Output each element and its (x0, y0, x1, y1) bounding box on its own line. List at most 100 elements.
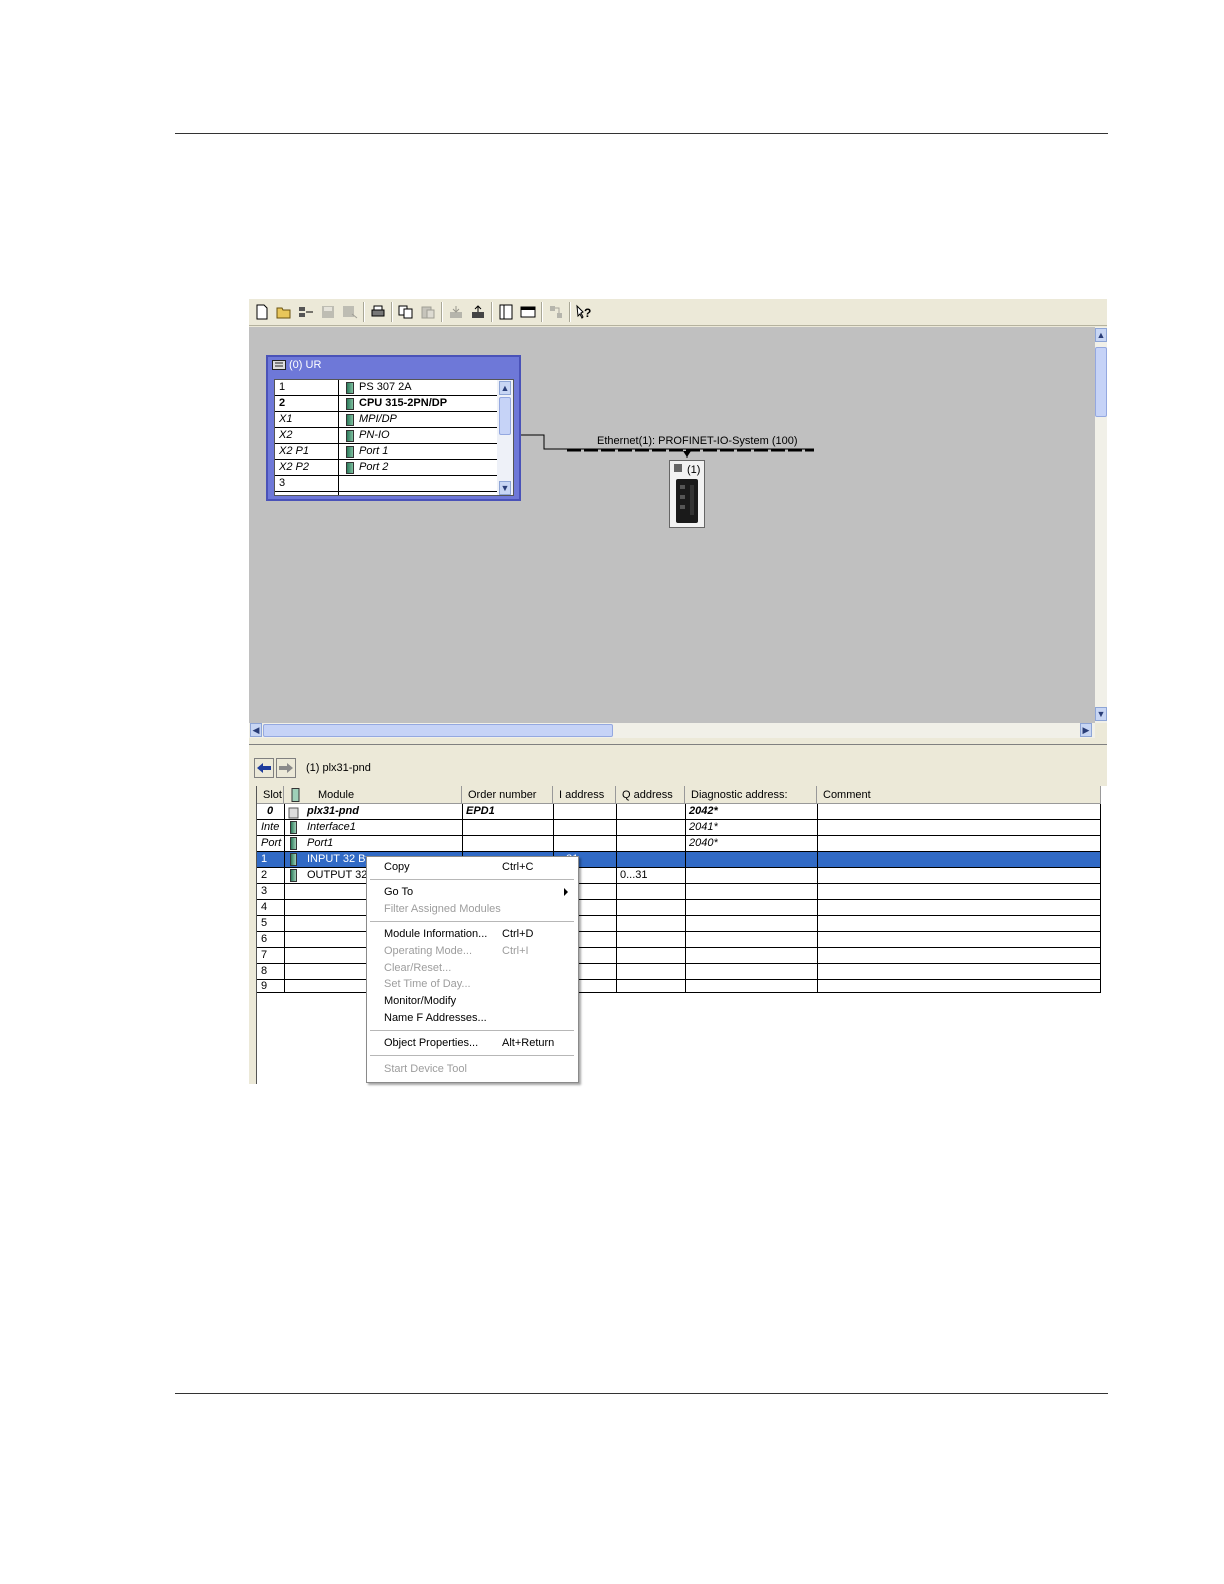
pane-splitter[interactable] (249, 744, 1107, 748)
cell-i-address (553, 820, 616, 835)
save-compile-icon[interactable] (340, 302, 360, 322)
cell-slot: 3 (261, 885, 268, 897)
help-icon[interactable]: ? (574, 302, 594, 322)
menu-item-label: Module Information... (384, 928, 488, 940)
menu-item-clear-reset[interactable]: Clear/Reset... (384, 960, 574, 976)
detail-nav-bar: (1) plx31-pnd (254, 757, 371, 779)
cell-slot: 4 (261, 901, 268, 913)
column-header-i-address[interactable]: I address (553, 786, 616, 804)
cell-module: plx31-pnd (307, 805, 359, 817)
new-icon[interactable] (252, 302, 272, 322)
catalog-icon[interactable] (496, 302, 516, 322)
menu-item-object-properties[interactable]: Object Properties... Alt+Return (384, 1035, 574, 1051)
open-icon[interactable] (274, 302, 294, 322)
forward-arrow-icon[interactable] (276, 758, 296, 778)
canvas-vertical-scrollbar[interactable]: ▲ ▼ (1095, 327, 1107, 723)
scroll-left-icon[interactable]: ◀ (250, 723, 262, 737)
cell-comment (817, 804, 1101, 819)
toolbar-separator (441, 302, 443, 322)
table-row[interactable]: Port Port1 2040* (257, 836, 1101, 852)
menu-item-shortcut: Ctrl+D (502, 928, 534, 940)
upload-icon[interactable] (468, 302, 488, 322)
accessible-nodes-icon[interactable] (296, 302, 316, 322)
cell-slot: 0 (267, 805, 274, 817)
cell-slot: 1 (261, 853, 268, 865)
cell-comment (817, 852, 1101, 867)
menu-separator (370, 1055, 574, 1056)
menu-item-label: Set Time of Day... (384, 978, 471, 990)
cell-q-address: 0...31 (620, 869, 648, 881)
profinet-bus-label[interactable]: Ethernet(1): PROFINET-IO-System (100) (597, 435, 798, 447)
station-canvas[interactable]: (0) UR 1 PS 307 2A 2 CPU 315-2PN/DP X1 MPI/… (249, 327, 1095, 723)
network-icon[interactable] (546, 302, 566, 322)
module-icon (290, 853, 297, 866)
menu-item-shortcut: Ctrl+C (502, 861, 534, 873)
footer-rule (175, 1393, 1108, 1394)
cell-diagnostic-address: 2041* (689, 821, 718, 833)
menu-item-copy[interactable]: Copy Ctrl+C (384, 859, 574, 875)
save-icon[interactable] (318, 302, 338, 322)
toolbar-separator (491, 302, 493, 322)
menu-item-name-f-addresses[interactable]: Name F Addresses... (384, 1010, 574, 1026)
column-header-order-number[interactable]: Order number (462, 786, 553, 804)
svg-text:?: ? (584, 306, 591, 320)
scroll-thumb[interactable] (263, 724, 613, 737)
menu-item-module-information[interactable]: Module Information... Ctrl+D (384, 926, 574, 942)
scroll-down-icon[interactable]: ▼ (1095, 707, 1107, 721)
window-icon[interactable] (518, 302, 538, 322)
menu-item-label: Object Properties... (384, 1037, 479, 1049)
column-header-module[interactable]: Module (284, 786, 462, 804)
column-header-slot[interactable]: Slot (257, 786, 284, 804)
module-icon (290, 869, 297, 882)
download-icon[interactable] (446, 302, 466, 322)
menu-item-label: Filter Assigned Modules (384, 903, 501, 915)
cell-comment (817, 868, 1101, 883)
cell-comment (817, 820, 1101, 835)
column-header-q-address[interactable]: Q address (616, 786, 685, 804)
print-icon[interactable] (368, 302, 388, 322)
menu-item-filter-assigned-modules[interactable]: Filter Assigned Modules (384, 901, 574, 917)
column-header-diagnostic-address[interactable]: Diagnostic address: (685, 786, 817, 804)
paste-icon[interactable] (418, 302, 438, 322)
cell-q-address (616, 804, 685, 819)
module-header-icon (291, 788, 300, 802)
scroll-up-icon[interactable]: ▲ (1095, 328, 1107, 342)
menu-item-go-to[interactable]: Go To (384, 884, 574, 900)
toolbar-separator (363, 302, 365, 322)
cell-module: Interface1 (307, 821, 356, 833)
menu-item-label: Name F Addresses... (384, 1012, 487, 1024)
toolbar-separator (391, 302, 393, 322)
cell-q-address (616, 836, 685, 851)
table-row[interactable]: 0 plx31-pnd EPD1 2042* (257, 804, 1101, 820)
back-arrow-icon[interactable] (254, 758, 274, 778)
menu-separator (370, 921, 574, 922)
menu-item-operating-mode[interactable]: Operating Mode... Ctrl+I (384, 943, 574, 959)
cell-diagnostic-address: 2040* (689, 837, 718, 849)
table-row[interactable]: Inte Interface1 2041* (257, 820, 1101, 836)
cell-order-number (462, 836, 553, 851)
cell-module: Port1 (307, 837, 334, 849)
menu-item-set-time-of-day[interactable]: Set Time of Day... (384, 976, 574, 992)
cell-q-address (616, 820, 685, 835)
cell-slot: 2 (261, 869, 268, 881)
menu-item-monitor-modify[interactable]: Monitor/Modify (384, 993, 574, 1009)
toolbar-separator (541, 302, 543, 322)
scroll-thumb[interactable] (1095, 347, 1107, 417)
menu-item-start-device-tool[interactable]: Start Device Tool (384, 1061, 574, 1077)
scroll-right-icon[interactable]: ▶ (1080, 723, 1092, 737)
cell-order-number (462, 820, 553, 835)
menu-item-label: Monitor/Modify (384, 995, 457, 1007)
column-header-comment[interactable]: Comment (817, 786, 1101, 804)
toolbar: ? (249, 299, 1107, 326)
cell-diagnostic-address (685, 852, 817, 867)
column-header-module-label: Module (318, 789, 355, 801)
cell-order-number: EPD1 (466, 805, 495, 817)
module-icon (290, 837, 297, 850)
copy-icon[interactable] (396, 302, 416, 322)
canvas-horizontal-scrollbar[interactable]: ◀ ▶ (249, 723, 1095, 738)
cell-slot: 9 (261, 980, 268, 992)
menu-item-label: Clear/Reset... (384, 962, 452, 974)
menu-separator (370, 1030, 574, 1031)
cell-slot: Port (261, 837, 282, 849)
cell-slot: 6 (261, 933, 268, 945)
